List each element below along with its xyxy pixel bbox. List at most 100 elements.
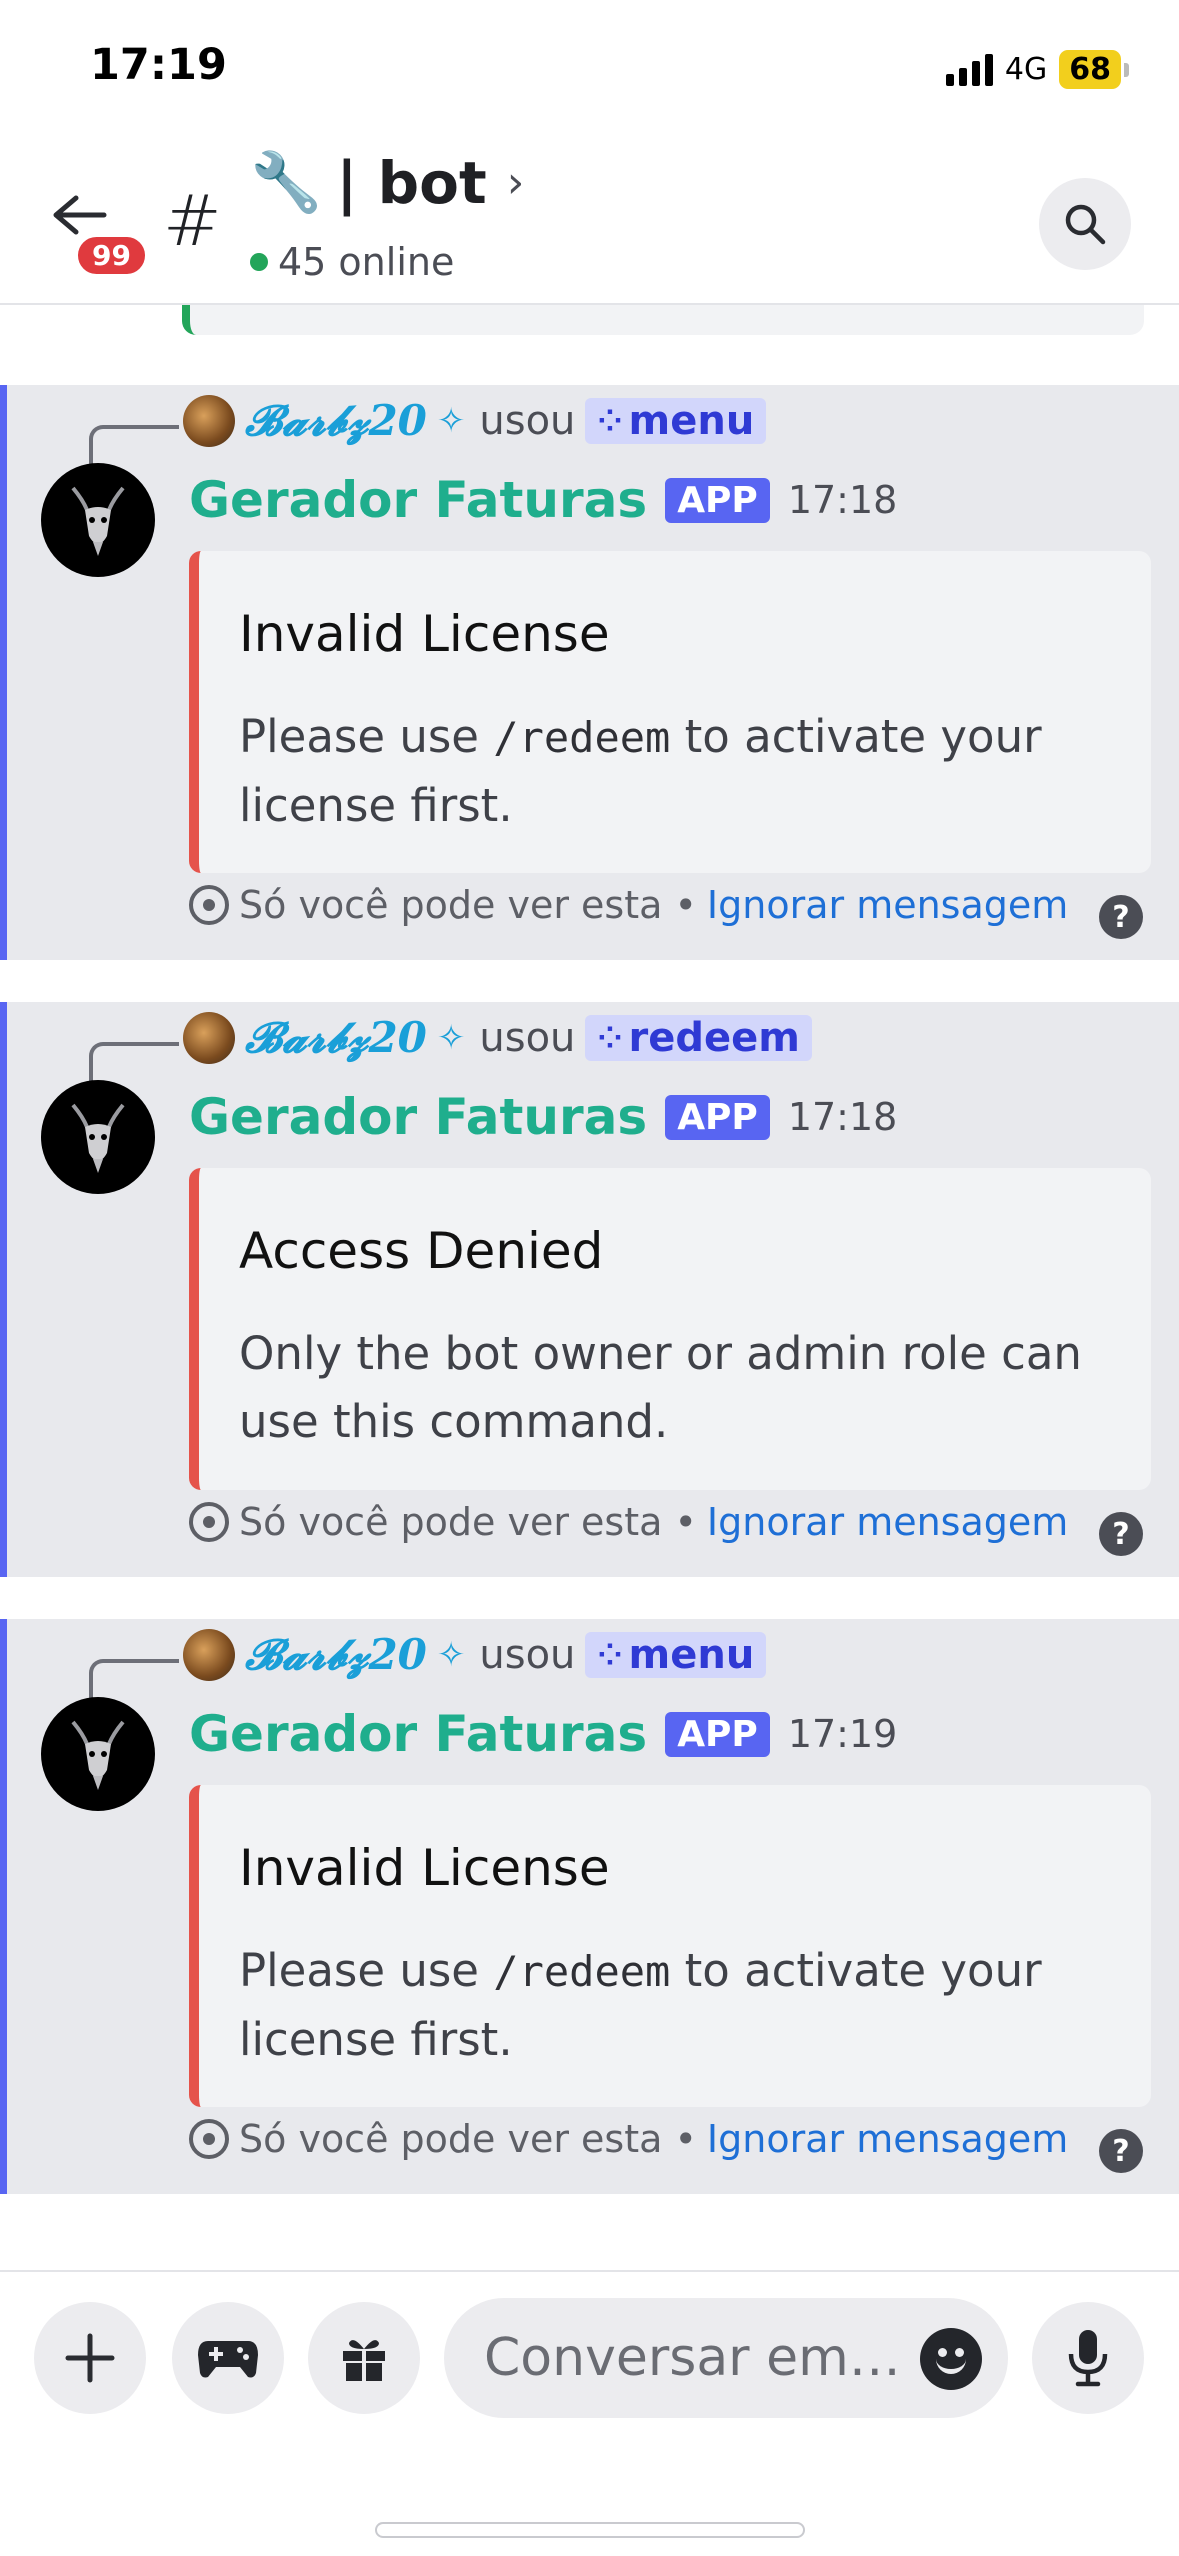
help-icon[interactable]: ? <box>1099 1512 1143 1556</box>
gamepad-icon <box>198 2341 258 2378</box>
sparkle-icon: ✧ <box>436 401 466 441</box>
reply-username[interactable]: 𝓑𝓪𝓻𝓫𝔃20 <box>245 1013 427 1063</box>
add-attachment-button[interactable] <box>34 2302 146 2414</box>
embed-card: Invalid License Please use /redeem to ac… <box>189 551 1151 873</box>
channel-header: 99 # 🔧 | bot › 45 online <box>0 140 1179 305</box>
dismiss-message-link[interactable]: Ignorar mensagem <box>707 883 1068 927</box>
ephemeral-note: Só você pode ver esta • <box>239 883 697 927</box>
status-bar: 17:19 4G 68 <box>0 0 1179 140</box>
help-icon[interactable]: ? <box>1099 895 1143 939</box>
home-indicator[interactable] <box>375 2522 805 2538</box>
author-name[interactable]: Gerador Faturas <box>189 471 647 529</box>
ephemeral-footer: Só você pode ver esta • Ignorar mensagem <box>189 2117 1068 2161</box>
help-icon[interactable]: ? <box>1099 2129 1143 2173</box>
online-dot-icon <box>250 253 268 271</box>
battery-tip <box>1124 62 1129 77</box>
message-composer <box>0 2270 1179 2556</box>
status-indicators: 4G 68 <box>945 50 1129 89</box>
voice-message-button[interactable] <box>1032 2302 1144 2414</box>
microphone-icon <box>1068 2330 1108 2387</box>
activities-button[interactable] <box>172 2302 284 2414</box>
author-name[interactable]: Gerador Faturas <box>189 1088 647 1146</box>
command-chip[interactable]: ⁘ menu <box>585 398 767 444</box>
embed-title: Access Denied <box>239 1222 604 1280</box>
author-row: Gerador Faturas APP 17:18 <box>189 465 897 535</box>
slash-command-icon: ⁘ <box>597 1020 622 1056</box>
goat-icon <box>71 486 125 556</box>
message-input[interactable] <box>484 2328 924 2388</box>
command-name: redeem <box>628 1015 800 1061</box>
dismiss-message-link[interactable]: Ignorar mensagem <box>707 1500 1068 1544</box>
command-name: menu <box>628 398 755 444</box>
message-time: 17:18 <box>787 1095 898 1139</box>
previous-embed-fragment <box>182 305 1144 335</box>
command-chip[interactable]: ⁘ menu <box>585 1632 767 1678</box>
bot-avatar[interactable] <box>41 463 155 577</box>
reply-username[interactable]: 𝓑𝓪𝓻𝓫𝔃20 <box>245 1630 427 1680</box>
reply-connector <box>89 425 179 465</box>
eye-icon <box>189 885 229 925</box>
ephemeral-note: Só você pode ver esta • <box>239 2117 697 2161</box>
reply-connector <box>89 1042 179 1082</box>
command-reply-header[interactable]: 𝓑𝓪𝓻𝓫𝔃20 ✧ usou ⁘ redeem <box>183 1010 812 1066</box>
signal-icon <box>945 53 993 86</box>
ephemeral-note: Só você pode ver esta • <box>239 1500 697 1544</box>
ephemeral-footer: Só você pode ver esta • Ignorar mensagem <box>189 883 1068 927</box>
user-avatar <box>183 1012 235 1064</box>
message-input-wrapper <box>444 2298 1008 2418</box>
reply-connector <box>89 1659 179 1699</box>
eye-icon <box>189 2119 229 2159</box>
app-tag: APP <box>665 1711 770 1757</box>
user-avatar <box>183 395 235 447</box>
sparkle-icon: ✧ <box>436 1635 466 1675</box>
online-count: 45 online <box>278 240 455 284</box>
wrench-icon: 🔧 <box>250 148 323 216</box>
status-time: 17:19 <box>90 40 227 90</box>
reply-verb: usou <box>479 1632 576 1678</box>
embed-description: Only the bot owner or admin role can use… <box>239 1327 1082 1448</box>
search-button[interactable] <box>1039 178 1131 270</box>
emoji-icon[interactable] <box>920 2328 982 2390</box>
command-reply-header[interactable]: 𝓑𝓪𝓻𝓫𝔃20 ✧ usou ⁘ menu <box>183 1627 767 1683</box>
goat-icon <box>71 1720 125 1790</box>
author-name[interactable]: Gerador Faturas <box>189 1705 647 1763</box>
eye-icon <box>189 1502 229 1542</box>
goat-icon <box>71 1103 125 1173</box>
embed-description: Please use /redeem to activate your lice… <box>239 1944 1042 2066</box>
channel-title[interactable]: 🔧 | bot › <box>250 148 524 217</box>
dismiss-message-link[interactable]: Ignorar mensagem <box>707 2117 1068 2161</box>
embed-description: Please use /redeem to activate your lice… <box>239 710 1042 832</box>
plus-icon <box>65 2333 115 2383</box>
command-chip[interactable]: ⁘ redeem <box>585 1015 812 1061</box>
message-item[interactable]: 𝓑𝓪𝓻𝓫𝔃20 ✧ usou ⁘ menu Gerador Faturas APP… <box>0 385 1179 960</box>
embed-card: Invalid License Please use /redeem to ac… <box>189 1785 1151 2107</box>
chevron-right-icon: › <box>506 157 525 208</box>
sparkle-icon: ✧ <box>436 1018 466 1058</box>
slash-command-icon: ⁘ <box>597 403 622 439</box>
app-tag: APP <box>665 477 770 523</box>
network-type: 4G <box>1004 52 1048 87</box>
message-list[interactable]: 𝓑𝓪𝓻𝓫𝔃20 ✧ usou ⁘ menu Gerador Faturas APP… <box>0 305 1179 2270</box>
bot-avatar[interactable] <box>41 1697 155 1811</box>
reply-verb: usou <box>479 1015 576 1061</box>
message-item[interactable]: 𝓑𝓪𝓻𝓫𝔃20 ✧ usou ⁘ redeem Gerador Faturas A… <box>0 1002 1179 1577</box>
command-name: menu <box>628 1632 755 1678</box>
channel-name: | bot <box>336 148 487 217</box>
app-tag: APP <box>665 1094 770 1140</box>
bot-avatar[interactable] <box>41 1080 155 1194</box>
embed-card: Access Denied Only the bot owner or admi… <box>189 1168 1151 1490</box>
inline-code: /redeem <box>493 713 671 762</box>
channel-hash-icon: # <box>163 180 222 262</box>
command-reply-header[interactable]: 𝓑𝓪𝓻𝓫𝔃20 ✧ usou ⁘ menu <box>183 393 767 449</box>
unread-badge: 99 <box>74 233 149 278</box>
author-row: Gerador Faturas APP 17:19 <box>189 1699 897 1769</box>
inline-code: /redeem <box>493 1947 671 1996</box>
message-time: 17:18 <box>787 478 898 522</box>
battery-icon: 68 <box>1059 50 1121 89</box>
author-row: Gerador Faturas APP 17:18 <box>189 1082 897 1152</box>
gift-button[interactable] <box>308 2302 420 2414</box>
message-item[interactable]: 𝓑𝓪𝓻𝓫𝔃20 ✧ usou ⁘ menu Gerador Faturas APP… <box>0 1619 1179 2194</box>
reply-username[interactable]: 𝓑𝓪𝓻𝓫𝔃20 <box>245 396 427 446</box>
ephemeral-footer: Só você pode ver esta • Ignorar mensagem <box>189 1500 1068 1544</box>
gift-icon <box>343 2340 385 2381</box>
